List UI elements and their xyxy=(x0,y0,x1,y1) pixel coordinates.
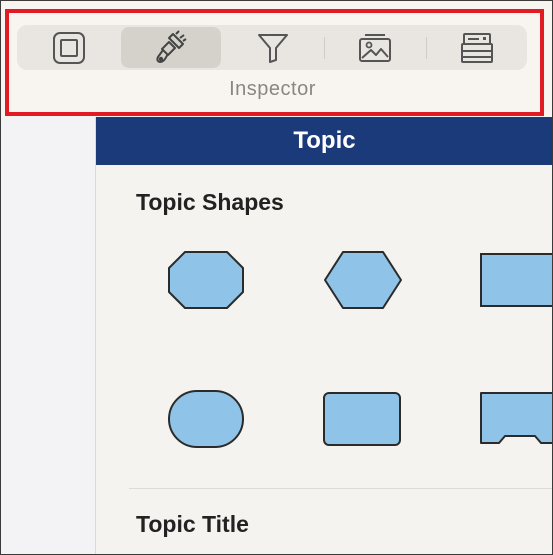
topic-title-heading: Topic Title xyxy=(136,511,249,537)
topic-shapes-title: Topic Shapes xyxy=(136,189,284,215)
shape-rounded-rectangle[interactable] xyxy=(322,391,404,447)
shape-octagon[interactable] xyxy=(167,250,245,310)
shape-bottom-notched-rectangle[interactable] xyxy=(479,391,553,447)
app-frame: Inspector Topic Topic Shapes Topic Title xyxy=(0,0,553,555)
shape-rounded-oval[interactable] xyxy=(167,389,247,449)
panel-header: Topic xyxy=(96,117,552,165)
shape-rectangle[interactable] xyxy=(479,252,553,308)
shape-hexagon[interactable] xyxy=(323,250,403,310)
section-divider xyxy=(129,488,552,489)
highlight-box xyxy=(5,9,544,116)
